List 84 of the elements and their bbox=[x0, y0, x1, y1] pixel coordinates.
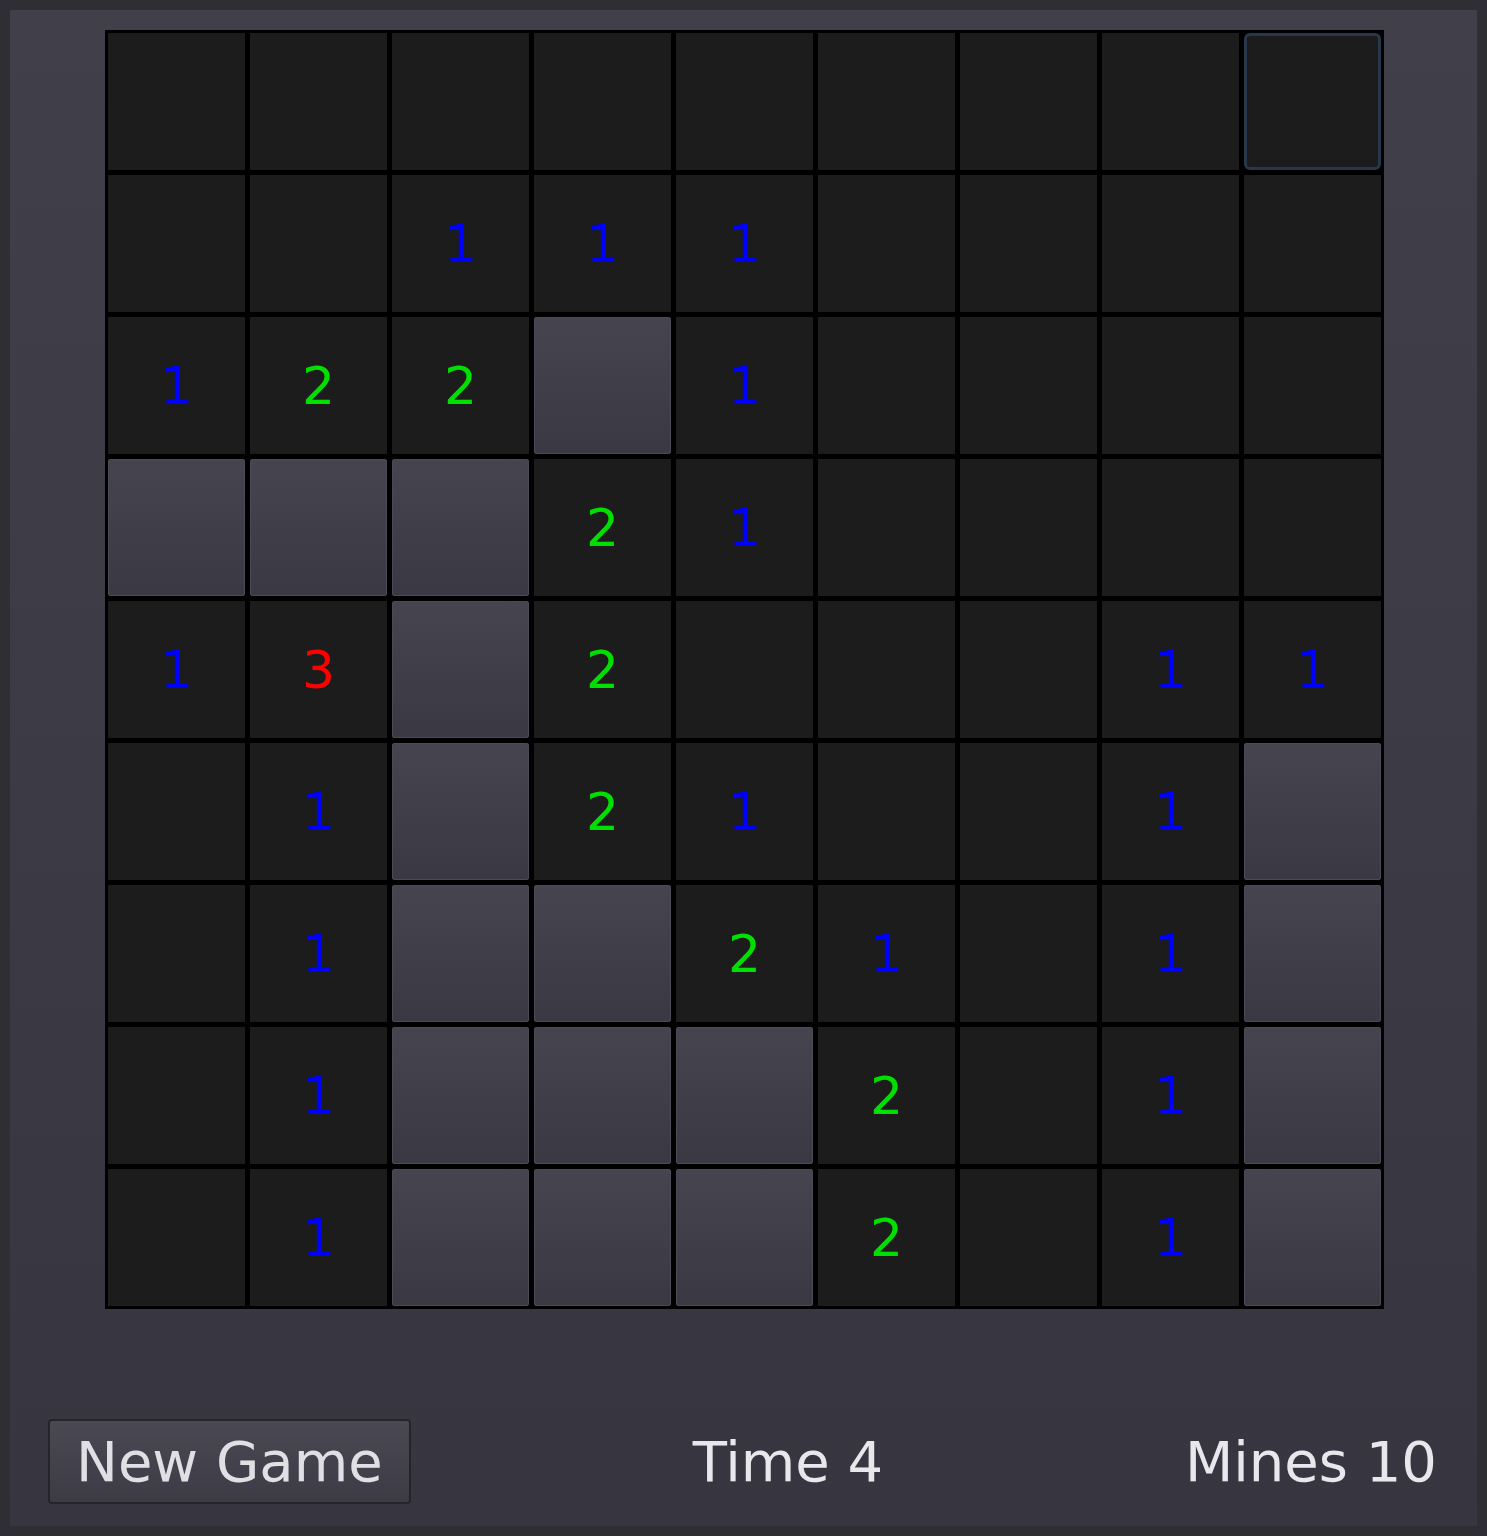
covered-tile[interactable] bbox=[1244, 1169, 1381, 1306]
open-tile[interactable] bbox=[960, 743, 1097, 880]
open-tile[interactable] bbox=[960, 175, 1097, 312]
open-tile[interactable]: 1 bbox=[676, 317, 813, 454]
covered-tile[interactable] bbox=[392, 743, 529, 880]
open-tile[interactable]: 1 bbox=[1102, 601, 1239, 738]
open-tile[interactable]: 1 bbox=[250, 1169, 387, 1306]
open-tile[interactable] bbox=[676, 33, 813, 170]
covered-tile[interactable] bbox=[1244, 885, 1381, 1022]
covered-tile[interactable] bbox=[534, 317, 671, 454]
open-tile[interactable] bbox=[534, 33, 671, 170]
covered-tile[interactable] bbox=[392, 1169, 529, 1306]
open-tile[interactable]: 1 bbox=[1102, 743, 1239, 880]
open-tile[interactable] bbox=[108, 175, 245, 312]
open-tile[interactable]: 2 bbox=[818, 1027, 955, 1164]
time-counter: Time 4 bbox=[692, 1429, 884, 1494]
open-tile[interactable]: 2 bbox=[534, 743, 671, 880]
open-tile[interactable]: 1 bbox=[1102, 1027, 1239, 1164]
open-tile[interactable] bbox=[676, 601, 813, 738]
open-tile[interactable] bbox=[392, 33, 529, 170]
open-tile[interactable] bbox=[818, 33, 955, 170]
open-tile[interactable]: 1 bbox=[108, 601, 245, 738]
open-tile[interactable] bbox=[108, 33, 245, 170]
covered-tile[interactable] bbox=[108, 459, 245, 596]
open-tile[interactable] bbox=[250, 33, 387, 170]
open-tile[interactable]: 2 bbox=[250, 317, 387, 454]
covered-tile[interactable] bbox=[392, 459, 529, 596]
open-tile[interactable]: 1 bbox=[1102, 1169, 1239, 1306]
open-tile[interactable] bbox=[1244, 317, 1381, 454]
open-tile[interactable] bbox=[108, 743, 245, 880]
open-tile[interactable]: 1 bbox=[676, 175, 813, 312]
open-tile[interactable]: 1 bbox=[250, 885, 387, 1022]
open-tile[interactable]: 1 bbox=[676, 459, 813, 596]
open-tile[interactable] bbox=[1102, 175, 1239, 312]
open-tile[interactable]: 2 bbox=[818, 1169, 955, 1306]
covered-tile[interactable] bbox=[392, 1027, 529, 1164]
open-tile[interactable] bbox=[960, 317, 1097, 454]
covered-tile[interactable] bbox=[534, 1027, 671, 1164]
covered-tile[interactable] bbox=[1244, 743, 1381, 880]
open-tile[interactable]: 2 bbox=[392, 317, 529, 454]
open-tile[interactable] bbox=[818, 317, 955, 454]
open-tile[interactable] bbox=[1244, 175, 1381, 312]
covered-tile[interactable] bbox=[676, 1027, 813, 1164]
open-tile[interactable] bbox=[960, 601, 1097, 738]
new-game-button[interactable]: New Game bbox=[48, 1419, 411, 1504]
covered-tile[interactable] bbox=[676, 1169, 813, 1306]
open-tile[interactable]: 1 bbox=[1102, 885, 1239, 1022]
open-tile[interactable]: 1 bbox=[676, 743, 813, 880]
open-tile[interactable] bbox=[108, 1027, 245, 1164]
open-tile[interactable] bbox=[818, 175, 955, 312]
open-tile[interactable] bbox=[1102, 459, 1239, 596]
open-tile[interactable] bbox=[960, 459, 1097, 596]
open-tile[interactable] bbox=[960, 885, 1097, 1022]
open-tile[interactable]: 2 bbox=[534, 601, 671, 738]
open-tile[interactable] bbox=[108, 885, 245, 1022]
open-tile[interactable]: 1 bbox=[108, 317, 245, 454]
open-tile[interactable]: 3 bbox=[250, 601, 387, 738]
open-tile[interactable] bbox=[818, 601, 955, 738]
open-tile[interactable] bbox=[1244, 459, 1381, 596]
open-tile[interactable]: 1 bbox=[250, 743, 387, 880]
open-tile[interactable]: 2 bbox=[534, 459, 671, 596]
open-tile[interactable] bbox=[1102, 33, 1239, 170]
covered-tile[interactable] bbox=[534, 885, 671, 1022]
open-tile[interactable] bbox=[818, 743, 955, 880]
open-tile[interactable]: 2 bbox=[676, 885, 813, 1022]
open-tile[interactable]: 1 bbox=[1244, 601, 1381, 738]
covered-tile[interactable] bbox=[392, 885, 529, 1022]
open-tile[interactable] bbox=[818, 459, 955, 596]
open-tile[interactable]: 1 bbox=[534, 175, 671, 312]
mines-counter: Mines 10 bbox=[1184, 1429, 1437, 1494]
open-tile[interactable] bbox=[108, 1169, 245, 1306]
covered-tile[interactable] bbox=[534, 1169, 671, 1306]
open-tile[interactable]: 1 bbox=[818, 885, 955, 1022]
open-tile[interactable] bbox=[960, 1027, 1097, 1164]
open-tile[interactable]: 1 bbox=[250, 1027, 387, 1164]
open-tile[interactable] bbox=[1244, 33, 1381, 170]
open-tile[interactable]: 1 bbox=[392, 175, 529, 312]
open-tile[interactable] bbox=[960, 33, 1097, 170]
open-tile[interactable] bbox=[1102, 317, 1239, 454]
open-tile[interactable] bbox=[250, 175, 387, 312]
open-tile[interactable] bbox=[960, 1169, 1097, 1306]
covered-tile[interactable] bbox=[1244, 1027, 1381, 1164]
covered-tile[interactable] bbox=[392, 601, 529, 738]
covered-tile[interactable] bbox=[250, 459, 387, 596]
